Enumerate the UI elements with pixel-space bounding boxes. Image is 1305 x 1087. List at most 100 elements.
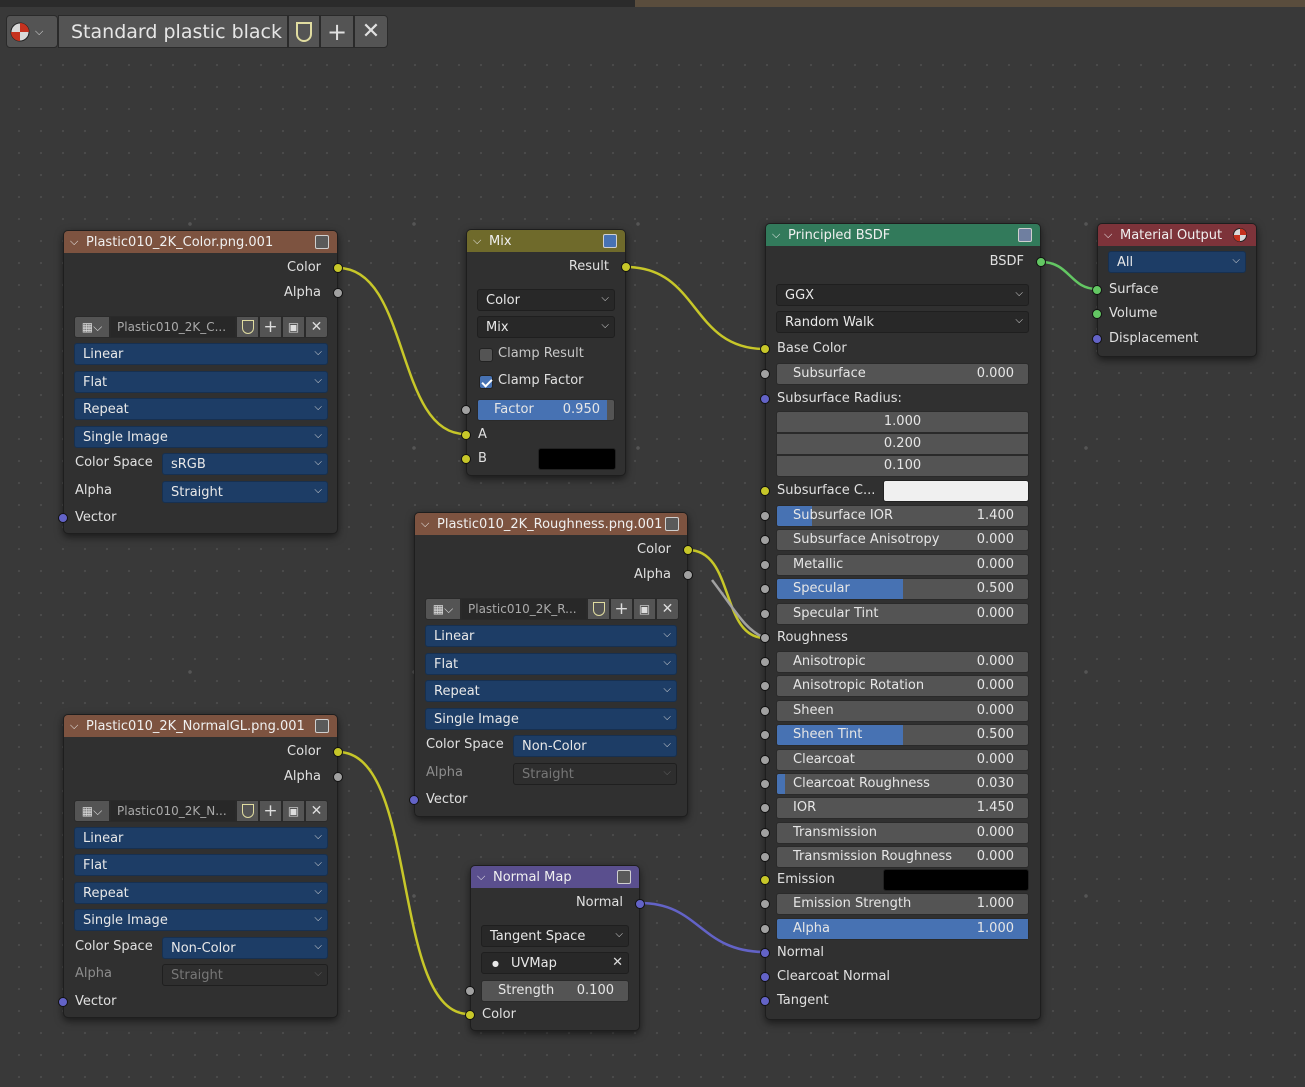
bsdf-value-field[interactable]: Sheen 0.000 [776,699,1029,722]
chevron-down-icon[interactable]: ⌵ [772,228,788,242]
bsdf-value-field[interactable]: Metallic 0.000 [776,553,1029,576]
input-clearcoat-normal-socket[interactable] [760,972,770,982]
node-normal-texture[interactable]: ⌵ Plastic010_2K_NormalGL.png.001 Color A… [58,714,343,1018]
unlink-image-button[interactable]: ✕ [305,316,328,338]
subsurface-method-dropdown[interactable]: Random Walk ⌵ [776,311,1029,333]
input-subsurface-color-socket[interactable] [760,486,770,496]
node-roughness-texture[interactable]: ⌵ Plastic010_2K_Roughness.png.001 Color … [409,512,693,817]
bsdf-value-field[interactable]: IOR 1.450 [776,797,1029,820]
output-alpha-socket[interactable] [333,772,343,782]
input-surface-socket[interactable] [1092,285,1102,295]
input-socket[interactable] [760,754,770,765]
subsurface-color-swatch[interactable] [883,480,1029,502]
new-image-button[interactable]: + [259,800,282,822]
bsdf-value-field[interactable]: Specular Tint 0.000 [776,602,1029,625]
radius-x-field[interactable]: 1.000 [776,411,1029,433]
open-image-button[interactable]: ▣ [633,598,656,620]
bsdf-value-field[interactable]: Transmission 0.000 [776,821,1029,844]
radius-y-field[interactable]: 0.200 [776,433,1029,455]
input-factor-socket[interactable] [461,405,471,415]
image-name-field[interactable]: Plastic010_2K_R... [461,598,587,620]
node-header[interactable]: ⌵ Plastic010_2K_NormalGL.png.001 [64,715,337,737]
alpha-dropdown[interactable]: Straight ⌵ [162,481,328,503]
input-socket[interactable] [760,511,770,521]
input-color-socket[interactable] [465,1010,475,1020]
node-material-output[interactable]: ⌵ Material Output All ⌵ Surface Volume Di… [1092,223,1257,357]
material-name-field[interactable]: Standard plastic black [58,15,288,48]
unlink-material-button[interactable]: ✕ [354,15,388,48]
interpolation-dropdown[interactable]: Linear ⌵ [74,343,328,365]
image-selector[interactable]: ▦⌵ Plastic010_2K_N... + ▣ ✕ [74,800,328,822]
projection-dropdown[interactable]: Flat ⌵ [74,371,328,393]
fake-user-button[interactable] [288,15,320,48]
new-material-button[interactable]: + [320,15,354,48]
space-dropdown[interactable]: Tangent Space ⌵ [481,925,629,947]
color-space-dropdown[interactable]: Non-Color ⌵ [513,735,677,757]
bsdf-value-field[interactable]: Transmission Roughness 0.000 [776,846,1029,869]
output-color-socket[interactable] [683,545,693,555]
input-vector-socket[interactable] [58,513,68,523]
input-vector-socket[interactable] [58,997,68,1007]
output-bsdf-socket[interactable] [1036,257,1046,267]
fake-user-button[interactable] [236,316,259,338]
input-socket[interactable] [760,730,770,741]
node-header[interactable]: ⌵ Normal Map [471,866,639,888]
emission-color-swatch[interactable] [883,869,1029,891]
strength-field[interactable]: Strength 0.100 [481,980,629,1002]
clamp-result-checkbox[interactable] [479,348,493,362]
input-socket[interactable] [760,705,770,716]
input-volume-socket[interactable] [1092,309,1102,319]
color-space-dropdown[interactable]: Non-Color ⌵ [162,937,328,959]
input-socket[interactable] [760,827,770,838]
node-header[interactable]: ⌵ Mix [467,230,625,252]
subsurface-field[interactable]: Subsurface 0.000 [776,363,1029,385]
projection-dropdown[interactable]: Flat ⌵ [74,854,328,876]
bsdf-value-field[interactable]: Clearcoat Roughness 0.030 [776,773,1029,795]
image-name-field[interactable]: Plastic010_2K_C... [110,316,236,338]
extension-dropdown[interactable]: Repeat ⌵ [425,680,677,702]
input-roughness-socket[interactable] [760,633,770,643]
interpolation-dropdown[interactable]: Linear ⌵ [74,827,328,849]
close-icon[interactable]: ✕ [612,955,623,970]
bsdf-value-field[interactable]: Anisotropic 0.000 [776,651,1029,673]
image-browse-button[interactable]: ▦⌵ [74,800,110,822]
input-tangent-socket[interactable] [760,996,770,1006]
fake-user-button[interactable] [587,598,610,620]
bsdf-value-field[interactable]: Subsurface Anisotropy 0.000 [776,529,1029,552]
output-result-socket[interactable] [621,262,631,272]
image-browse-button[interactable]: ▦⌵ [74,316,110,338]
output-alpha-socket[interactable] [333,288,343,298]
blend-type-dropdown[interactable]: Mix ⌵ [477,316,615,338]
node-header[interactable]: ⌵ Principled BSDF [766,224,1040,246]
material-browse-button[interactable]: ⌵ [6,15,58,48]
bsdf-value-field[interactable]: Sheen Tint 0.500 [776,724,1029,747]
fake-user-button[interactable] [236,800,259,822]
color-space-dropdown[interactable]: sRGB ⌵ [162,453,328,475]
source-dropdown[interactable]: Single Image ⌵ [74,909,328,931]
input-socket[interactable] [760,608,770,619]
chevron-down-icon[interactable]: ⌵ [70,235,86,249]
input-emission-socket[interactable] [760,875,770,885]
bsdf-value-field[interactable]: Anisotropic Rotation 0.000 [776,675,1029,698]
open-image-button[interactable]: ▣ [282,800,305,822]
chevron-down-icon[interactable]: ⌵ [477,870,493,884]
chevron-down-icon[interactable]: ⌵ [1104,228,1120,242]
input-alpha-socket[interactable] [760,924,770,934]
image-name-field[interactable]: Plastic010_2K_N... [110,800,236,822]
open-image-button[interactable]: ▣ [282,316,305,338]
factor-field[interactable]: Factor 0.950 [477,399,615,421]
input-a-socket[interactable] [461,430,471,440]
input-vector-socket[interactable] [409,795,419,805]
new-image-button[interactable]: + [610,598,633,620]
output-alpha-socket[interactable] [683,570,693,580]
chevron-down-icon[interactable]: ⌵ [473,234,489,248]
input-socket[interactable] [760,657,770,667]
source-dropdown[interactable]: Single Image ⌵ [425,708,677,730]
input-strength-socket[interactable] [465,986,475,996]
target-dropdown[interactable]: All ⌵ [1108,251,1246,273]
clamp-factor-checkbox[interactable] [479,375,493,389]
node-mix[interactable]: ⌵ Mix Result Color ⌵ Mix ⌵ Clamp Result Cl… [461,229,631,476]
node-normal-map[interactable]: ⌵ Normal Map Normal Tangent Space ⌵ ● UVM… [465,865,645,1031]
bsdf-value-field[interactable]: Subsurface IOR 1.400 [776,505,1029,527]
data-type-dropdown[interactable]: Color ⌵ [477,289,615,311]
